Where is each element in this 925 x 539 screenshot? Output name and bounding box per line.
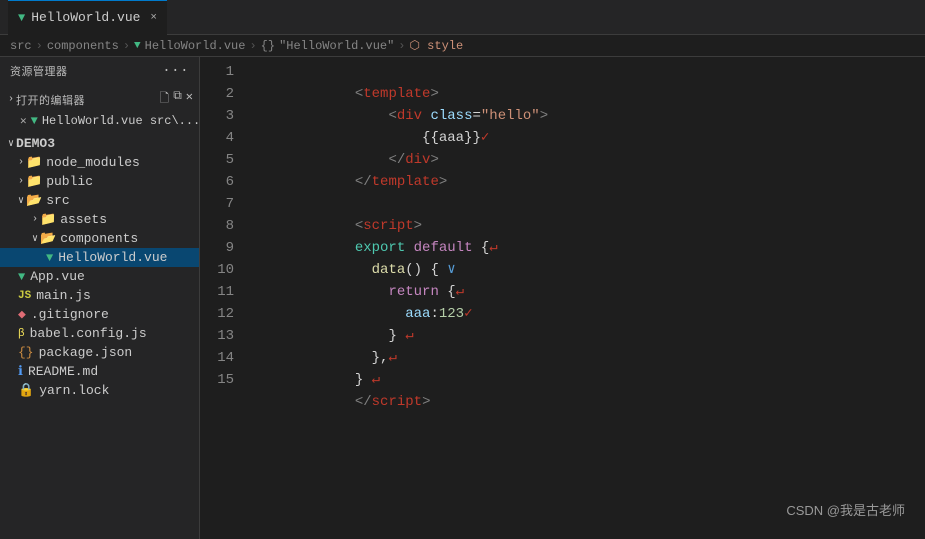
open-editors-text: 打开的编辑器 (16, 92, 85, 108)
editor[interactable]: 1 2 3 4 5 6 7 8 9 10 11 12 13 14 15 (200, 57, 925, 539)
chevron-icon: › (8, 94, 14, 105)
code-line-1: <template> (254, 61, 925, 83)
json-icon: {} (18, 345, 34, 360)
code-content: <template> <div class="hello"> {{aaa}}✓ … (250, 61, 925, 535)
close-file-icon[interactable]: ✕ (20, 114, 27, 128)
sidebar-item-readme[interactable]: ℹ README.md (0, 362, 199, 381)
sidebar-item-main-js[interactable]: JS main.js (0, 286, 199, 305)
sidebar: 资源管理器 ··· › 打开的编辑器 🗋 ⧉ ✕ ✕ (0, 57, 200, 539)
sidebar-item-helloworld[interactable]: ▼ HelloWorld.vue (0, 248, 199, 267)
breadcrumb-quoted[interactable]: "HelloWorld.vue" (279, 39, 394, 53)
breadcrumb-brackets: {} (261, 39, 275, 53)
breadcrumb-sep4: › (398, 39, 405, 53)
vue-file-icon: ▼ (31, 114, 38, 128)
toolbar-icons: 🗋 ⧉ ✕ (160, 89, 199, 110)
new-file-icon[interactable]: 🗋 (160, 89, 170, 110)
sidebar-item-yarn-lock[interactable]: 🔒 yarn.lock (0, 381, 199, 400)
split-icon[interactable]: ⧉ (173, 89, 182, 110)
sidebar-item-assets[interactable]: › 📁 assets (0, 210, 199, 229)
public-label: public (46, 174, 93, 189)
more-icon[interactable]: ··· (162, 63, 189, 79)
node-modules-label: node_modules (46, 155, 140, 170)
breadcrumb-sep2: › (123, 39, 130, 53)
sidebar-header-icons: ··· (162, 63, 189, 79)
folder-chevron: › (32, 214, 38, 225)
folder-chevron: ∨ (32, 233, 38, 245)
main-layout: 资源管理器 ··· › 打开的编辑器 🗋 ⧉ ✕ ✕ (0, 57, 925, 539)
main-js-label: main.js (36, 288, 91, 303)
breadcrumb-sep1: › (36, 39, 43, 53)
close-all-icon[interactable]: ✕ (186, 89, 193, 110)
lock-icon: 🔒 (18, 383, 34, 398)
tab-helloworld[interactable]: ▼ HelloWorld.vue × (8, 0, 167, 35)
git-icon: ◆ (18, 307, 26, 322)
folder-icon: 📁 (26, 155, 42, 170)
breadcrumb: src › components › ▼ HelloWorld.vue › {}… (0, 35, 925, 57)
sidebar-item-babel[interactable]: β babel.config.js (0, 324, 199, 343)
watermark: CSDN @我是古老师 (786, 500, 905, 519)
project-tree: ∨ DEMO3 › 📁 node_modules › 📁 public (0, 132, 199, 402)
open-file-label: HelloWorld.vue src\... (42, 114, 199, 128)
sidebar-item-gitignore[interactable]: ◆ .gitignore (0, 305, 199, 324)
sidebar-item-package-json[interactable]: {} package.json (0, 343, 199, 362)
folder-chevron: › (18, 176, 24, 187)
breadcrumb-vue-icon: ▼ (134, 40, 141, 52)
md-icon: ℹ (18, 364, 23, 379)
folder-icon: 📁 (26, 174, 42, 189)
folder-icon: 📁 (40, 212, 56, 227)
code-area: 1 2 3 4 5 6 7 8 9 10 11 12 13 14 15 (200, 57, 925, 539)
project-name: DEMO3 (16, 136, 55, 151)
babel-icon: β (18, 328, 25, 340)
tab-bar: ▼ HelloWorld.vue × (0, 0, 925, 35)
readme-label: README.md (28, 364, 98, 379)
components-label: components (60, 231, 138, 246)
project-root[interactable]: ∨ DEMO3 (0, 134, 199, 153)
open-editors-label[interactable]: › 打开的编辑器 🗋 ⧉ ✕ (0, 87, 199, 112)
vue-icon: ▼ (18, 270, 25, 284)
breadcrumb-components[interactable]: components (47, 39, 119, 53)
sidebar-header: 资源管理器 ··· (0, 57, 199, 85)
close-icon[interactable]: × (150, 12, 157, 24)
open-editors-section: › 打开的编辑器 🗋 ⧉ ✕ ✕ ▼ HelloWorld.vue src\..… (0, 85, 199, 132)
open-file-item[interactable]: ✕ ▼ HelloWorld.vue src\... (0, 112, 199, 130)
breadcrumb-style[interactable]: ⬡ style (410, 38, 464, 53)
helloworld-label: HelloWorld.vue (58, 250, 167, 265)
sidebar-title: 资源管理器 (10, 63, 68, 79)
breadcrumb-src[interactable]: src (10, 39, 32, 53)
breadcrumb-filename[interactable]: HelloWorld.vue (145, 39, 246, 53)
code-line-7: <script> (254, 193, 925, 215)
js-icon: JS (18, 290, 31, 302)
breadcrumb-sep3: › (249, 39, 256, 53)
folder-chevron: ∨ (18, 195, 24, 207)
folder-icon: 📂 (26, 193, 42, 208)
tab-label: HelloWorld.vue (31, 10, 140, 25)
line-numbers: 1 2 3 4 5 6 7 8 9 10 11 12 13 14 15 (200, 61, 250, 535)
folder-icon: 📂 (40, 231, 56, 246)
sidebar-item-public[interactable]: › 📁 public (0, 172, 199, 191)
collapse-icon: ∨ (8, 138, 14, 150)
yarn-lock-label: yarn.lock (39, 383, 109, 398)
gitignore-label: .gitignore (31, 307, 109, 322)
sidebar-item-app-vue[interactable]: ▼ App.vue (0, 267, 199, 286)
vue-icon: ▼ (46, 251, 53, 265)
app-vue-label: App.vue (30, 269, 85, 284)
sidebar-item-src[interactable]: ∨ 📂 src (0, 191, 199, 210)
folder-chevron: › (18, 157, 24, 168)
sidebar-item-components[interactable]: ∨ 📂 components (0, 229, 199, 248)
vue-icon: ▼ (18, 11, 25, 25)
sidebar-item-node-modules[interactable]: › 📁 node_modules (0, 153, 199, 172)
assets-label: assets (60, 212, 107, 227)
src-label: src (46, 193, 69, 208)
package-json-label: package.json (39, 345, 133, 360)
babel-label: babel.config.js (30, 326, 147, 341)
